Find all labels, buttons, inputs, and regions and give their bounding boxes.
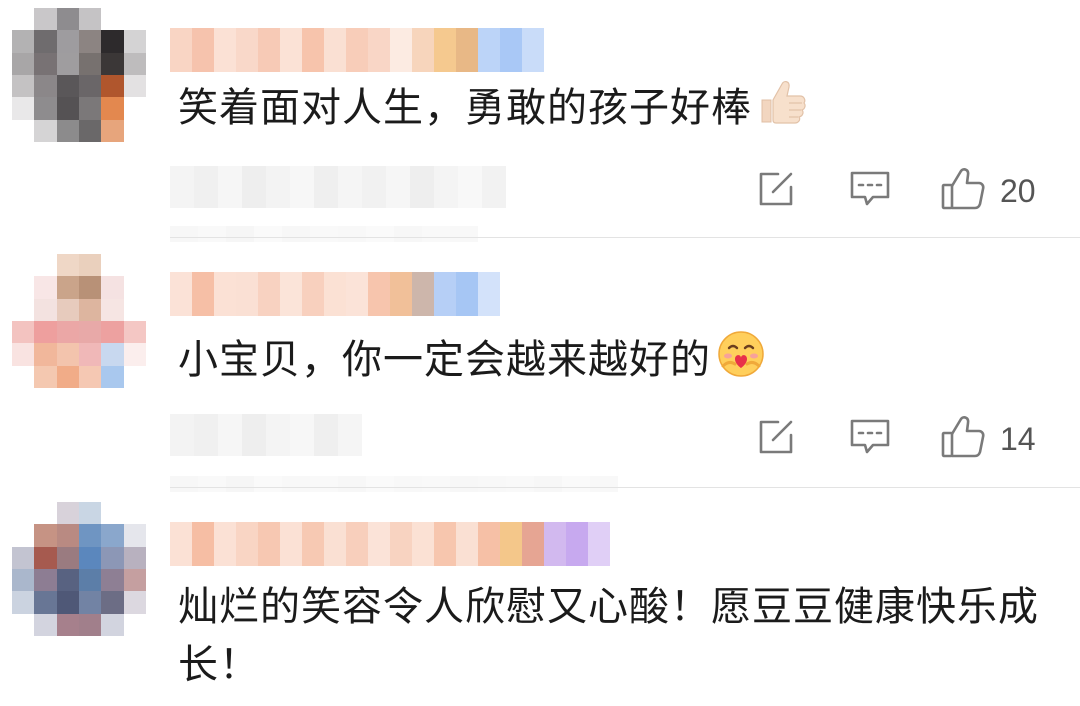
avatar[interactable] (12, 502, 146, 636)
comment-text: 笑着面对人生，勇敢的孩子好棒 (178, 76, 808, 144)
like-button[interactable]: 14 (940, 415, 1040, 463)
thumbs-up-icon (940, 167, 986, 215)
avatar[interactable] (12, 254, 146, 388)
timestamp-blurred (170, 414, 362, 456)
reply-button[interactable] (848, 417, 892, 461)
avatar[interactable] (12, 8, 146, 142)
comment-icon (849, 169, 891, 213)
comment-item: 小宝贝，你一定会越来越好的 14 (0, 238, 1080, 492)
share-button[interactable] (754, 417, 798, 461)
comment-text-content: 灿烂的笑容令人欣慰又心酸！愿豆豆健康快乐成长！ (178, 584, 1039, 688)
username-blurred[interactable] (170, 522, 610, 566)
comment-item: 笑着面对人生，勇敢的孩子好棒 20 (0, 0, 1080, 242)
timestamp-blurred (170, 166, 506, 208)
comment-text: 灿烂的笑容令人欣慰又心酸！愿豆豆健康快乐成长！ (178, 578, 1058, 694)
comment-text: 小宝贝，你一定会越来越好的 (178, 328, 767, 396)
comment-item: 灿烂的笑容令人欣慰又心酸！愿豆豆健康快乐成长！ (0, 488, 1080, 706)
hugging-face-emoji-icon (715, 328, 767, 396)
thumbs-up-emoji-icon (756, 76, 808, 144)
reply-button[interactable] (848, 169, 892, 213)
thumbs-up-icon (940, 415, 986, 463)
username-blurred[interactable] (170, 28, 544, 72)
comment-actions: 14 (754, 414, 1040, 464)
share-button[interactable] (754, 169, 798, 213)
like-button[interactable]: 20 (940, 167, 1040, 215)
share-icon (756, 417, 796, 461)
comment-text-content: 小宝贝，你一定会越来越好的 (178, 337, 711, 383)
comment-actions: 20 (754, 166, 1040, 216)
share-icon (756, 169, 796, 213)
like-count: 20 (1000, 172, 1036, 209)
comment-icon (849, 417, 891, 461)
username-blurred[interactable] (170, 272, 500, 316)
comment-text-content: 笑着面对人生，勇敢的孩子好棒 (178, 85, 752, 131)
like-count: 14 (1000, 420, 1036, 457)
